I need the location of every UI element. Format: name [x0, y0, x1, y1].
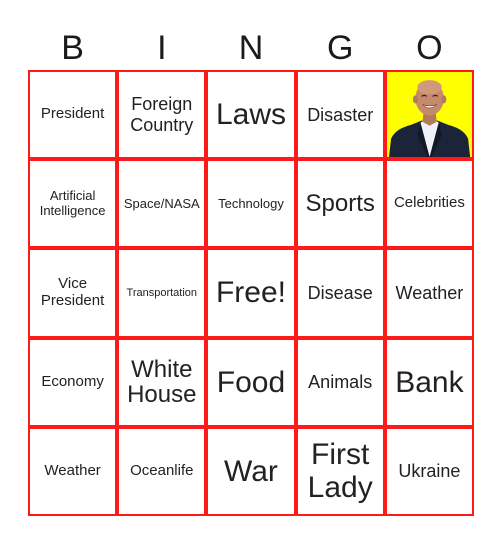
- header-letter-b: B: [61, 29, 84, 67]
- bingo-cell[interactable]: Laws: [206, 70, 296, 160]
- bingo-cell[interactable]: Bank: [384, 337, 474, 427]
- bingo-cell[interactable]: Disease: [295, 248, 385, 338]
- bingo-cell[interactable]: President: [28, 70, 118, 160]
- header-letter-n: N: [238, 29, 264, 67]
- bingo-cell[interactable]: Weather: [28, 426, 118, 516]
- bingo-cell[interactable]: Weather: [384, 248, 474, 338]
- bingo-cell[interactable]: Sports: [295, 159, 385, 249]
- bingo-cell[interactable]: Space/NASA: [117, 159, 207, 249]
- bingo-cell[interactable]: Ukraine: [384, 426, 474, 516]
- bingo-cell[interactable]: Vice President: [28, 248, 118, 338]
- header-letter-g: G: [326, 29, 354, 67]
- bingo-cell[interactable]: Technology: [206, 159, 296, 249]
- person-photo-icon: [386, 72, 472, 158]
- bingo-cell[interactable]: Food: [206, 337, 296, 427]
- header-letter-i: I: [157, 29, 167, 67]
- bingo-cell[interactable]: Animals: [295, 337, 385, 427]
- bingo-cell[interactable]: First Lady: [295, 426, 385, 516]
- bingo-cell-photo[interactable]: [384, 70, 474, 160]
- header-letter-o: O: [416, 29, 443, 67]
- bingo-header: B I N G O: [28, 28, 474, 68]
- bingo-grid: President Foreign Country Laws Disaster: [28, 70, 474, 516]
- bingo-cell[interactable]: Transportation: [117, 248, 207, 338]
- bingo-cell[interactable]: Artificial Intelligence: [28, 159, 118, 249]
- bingo-cell[interactable]: War: [206, 426, 296, 516]
- bingo-cell-free-space[interactable]: Free!: [206, 248, 296, 338]
- bingo-cell[interactable]: Oceanlife: [117, 426, 207, 516]
- bingo-cell[interactable]: Celebrities: [384, 159, 474, 249]
- bingo-cell[interactable]: Disaster: [295, 70, 385, 160]
- bingo-cell[interactable]: Foreign Country: [117, 70, 207, 160]
- bingo-cell[interactable]: White House: [117, 337, 207, 427]
- bingo-cell[interactable]: Economy: [28, 337, 118, 427]
